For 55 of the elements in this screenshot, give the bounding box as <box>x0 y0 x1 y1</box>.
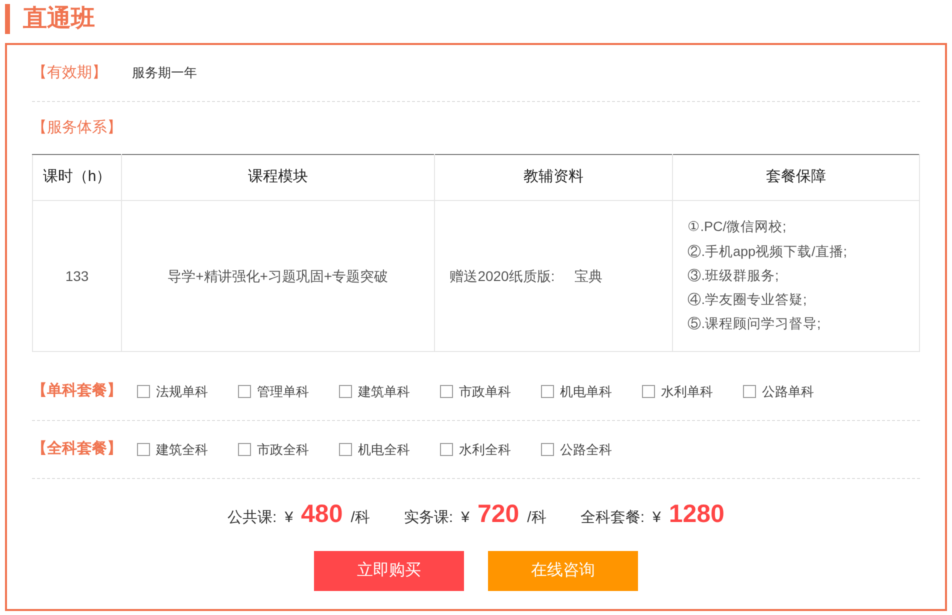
guarantee-item: ②.手机app视频下载/直播; <box>687 242 848 261</box>
checkbox-icon[interactable] <box>137 443 150 456</box>
guarantee-item: ③.班级群服务; <box>687 266 780 285</box>
validity-value: 服务期一年 <box>132 64 197 82</box>
price-unit: /科 <box>527 508 546 528</box>
package-checkbox[interactable]: 公路全科 <box>541 440 618 460</box>
package-checkbox[interactable]: 管理单科 <box>238 382 315 402</box>
table-cell: 导学+精讲强化+习题巩固+专题突破 <box>122 200 434 352</box>
package-checkbox[interactable]: 水利全科 <box>440 440 517 460</box>
package-checkbox[interactable]: 建筑全科 <box>137 440 214 460</box>
package-checkbox[interactable]: 机电全科 <box>339 440 416 460</box>
checkbox-icon[interactable] <box>137 385 150 398</box>
column-header: 课程模块 <box>122 154 434 200</box>
currency-symbol: ¥ <box>461 508 470 528</box>
price-unit: /科 <box>350 508 370 528</box>
service-label: 【服务体系】 <box>32 118 122 138</box>
checkbox-icon[interactable] <box>238 443 251 456</box>
title-accent-bar <box>5 4 10 34</box>
package-checkbox[interactable]: 公路单科 <box>743 382 820 402</box>
price-amount: 1280 <box>668 499 724 530</box>
material-text: 宝典 <box>574 266 603 286</box>
price-label: 实务课: <box>404 508 454 528</box>
currency-symbol: ¥ <box>284 508 294 528</box>
package-checkbox[interactable]: 水利单科 <box>642 382 719 402</box>
checkbox-icon[interactable] <box>541 385 554 398</box>
column-header: 套餐保障 <box>672 154 920 200</box>
checkbox-icon[interactable] <box>541 443 554 456</box>
package-label: 【单科套餐】 <box>32 381 123 402</box>
price-label: 全科套餐: <box>580 508 644 528</box>
currency-symbol: ¥ <box>652 508 661 528</box>
material-text: 赠送2020纸质版: <box>450 266 555 286</box>
price-amount: 720 <box>477 499 520 530</box>
guarantee-item: ①.PC/微信网校; <box>687 218 788 236</box>
checkbox-icon[interactable] <box>440 385 453 398</box>
section-title: 直通班 <box>23 4 95 34</box>
validity-label: 【有效期】 <box>32 62 108 83</box>
checkbox-icon[interactable] <box>339 385 352 398</box>
price-label: 公共课: <box>228 508 277 528</box>
guarantee-item: ④.学友圈专业答疑; <box>687 291 808 310</box>
checkbox-icon[interactable] <box>339 443 352 456</box>
price-amount: 480 <box>301 499 343 530</box>
package-checkbox[interactable]: 建筑单科 <box>339 382 416 402</box>
guarantee-item: ⑤.课程顾问学习督导; <box>687 315 822 334</box>
package-checkbox[interactable]: 法规单科 <box>137 382 214 402</box>
package-label: 【全科套餐】 <box>32 439 123 460</box>
checkbox-icon[interactable] <box>642 385 655 398</box>
checkbox-icon[interactable] <box>743 385 756 398</box>
checkbox-icon[interactable] <box>440 443 453 456</box>
package-checkbox[interactable]: 市政全科 <box>238 440 315 460</box>
package-checkbox[interactable]: 市政单科 <box>440 382 517 402</box>
column-header: 教辅资料 <box>434 154 673 200</box>
package-checkbox[interactable]: 机电单科 <box>541 382 618 402</box>
column-header: 课时（h） <box>32 154 122 200</box>
checkbox-icon[interactable] <box>238 385 251 398</box>
table-cell: 133 <box>32 200 122 352</box>
